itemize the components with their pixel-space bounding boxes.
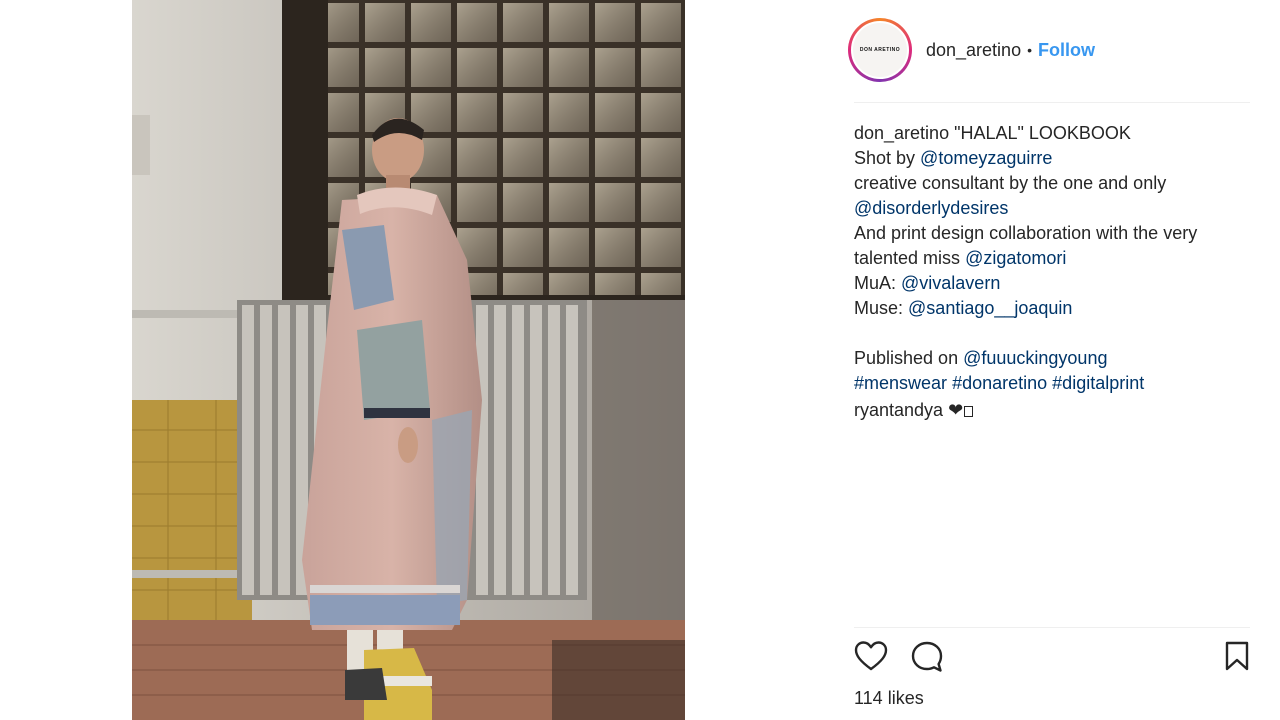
likes-label: likes — [882, 688, 924, 708]
comment-row: ryantandya ❤ — [854, 398, 1250, 423]
mua-prefix: MuA: — [854, 273, 902, 293]
mention-link[interactable]: @zigatomori — [965, 248, 1066, 268]
caption-line-tags: #menswear #donaretino #digitalprint — [854, 371, 1250, 396]
mention-link[interactable]: @fuuuckingyoung — [963, 348, 1107, 368]
mention-link[interactable]: @disorderlydesires — [854, 198, 1008, 218]
author-username[interactable]: don_aretino — [926, 40, 1021, 61]
like-button[interactable] — [854, 640, 888, 677]
caption-username[interactable]: don_aretino — [854, 123, 949, 143]
heart-icon — [854, 641, 888, 671]
muse-prefix: Muse: — [854, 298, 909, 318]
hashtag-link[interactable]: #menswear — [854, 373, 947, 393]
comment-button[interactable] — [910, 640, 944, 679]
actions-divider — [854, 627, 1250, 628]
comment-icon — [911, 641, 943, 672]
likes-count[interactable]: 114 likes — [854, 688, 924, 709]
shot-prefix: Shot by — [854, 148, 921, 168]
caption-line-print-1: And print design collaboration with the … — [854, 223, 1198, 243]
post-details-panel: DON ARETINO don_aretino • Follow don_are… — [848, 0, 1250, 720]
avatar-logo: DON ARETINO — [853, 23, 907, 77]
header-divider — [854, 102, 1250, 103]
save-button[interactable] — [1224, 640, 1250, 677]
print-text: talented miss — [854, 248, 966, 268]
post-photo[interactable] — [132, 0, 685, 720]
caption-line-mua: MuA: @vivalavern — [854, 271, 1250, 296]
likes-number: 114 — [854, 688, 883, 708]
comment-text: ❤ — [943, 400, 964, 420]
post-caption: don_aretino "HALAL" LOOKBOOK Shot by @to… — [854, 121, 1250, 423]
follow-button[interactable]: Follow — [1038, 40, 1095, 61]
post-header: DON ARETINO don_aretino • Follow — [848, 16, 1248, 84]
caption-line-shot: Shot by @tomeyzaguirre — [854, 146, 1250, 171]
missing-glyph-icon — [964, 406, 974, 417]
mention-link[interactable]: @tomeyzaguirre — [920, 148, 1052, 168]
avatar: DON ARETINO — [851, 21, 909, 79]
mention-link[interactable]: @vivalavern — [901, 273, 1000, 293]
caption-line-consultant: creative consultant by the one and only — [854, 173, 1167, 193]
caption-line-muse: Muse: @santiago__joaquin — [854, 296, 1250, 321]
caption-title: "HALAL" LOOKBOOK — [949, 123, 1131, 143]
mention-link[interactable]: @santiago__joaquin — [908, 298, 1072, 318]
header-text: don_aretino • Follow — [926, 40, 1095, 61]
hashtag-link[interactable]: #digitalprint — [1052, 373, 1144, 393]
bookmark-icon — [1225, 641, 1249, 671]
published-prefix: Published on — [854, 348, 964, 368]
caption-line-print-2: talented miss @zigatomori — [854, 246, 1250, 271]
post-actions — [854, 640, 1250, 676]
caption-line-published: Published on @fuuuckingyoung — [854, 346, 1250, 371]
hashtag-link[interactable]: #donaretino — [952, 373, 1047, 393]
separator-dot: • — [1027, 42, 1032, 58]
comment-username[interactable]: ryantandya — [854, 400, 943, 420]
caption-line-consultant-mention: @disorderlydesires — [854, 196, 1250, 221]
avatar-story-ring[interactable]: DON ARETINO — [848, 18, 912, 82]
caption-line-title: don_aretino "HALAL" LOOKBOOK — [854, 121, 1250, 146]
post-photo-illustration — [132, 0, 685, 720]
